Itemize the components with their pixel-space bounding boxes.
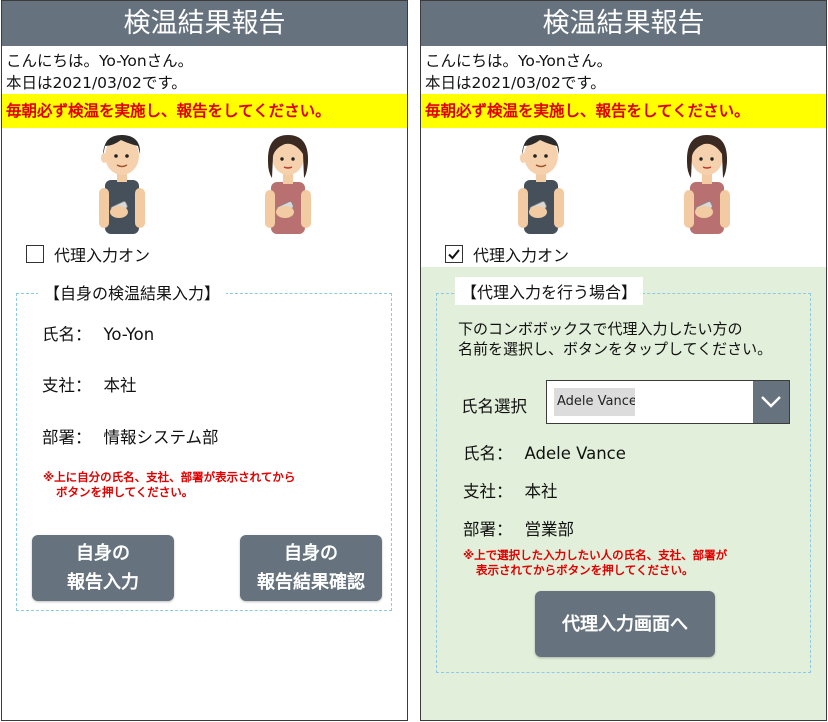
instruction-line: 下のコンボボックスで代理入力したい方の <box>458 320 743 338</box>
branch-field: 支社： 本社 <box>463 478 558 502</box>
branch-field: 支社： 本社 <box>42 372 137 396</box>
instruction-note-line: ※上で選択した入力したい人の氏名、支社、部署が <box>463 548 728 562</box>
proxy-input-screen-button[interactable]: 代理入力画面へ <box>535 591 715 657</box>
greeting-text: こんにちは。Yo-Yonさん。 <box>6 52 194 70</box>
name-field: 氏名： Adele Vance <box>463 440 626 464</box>
department-value: 営業部 <box>524 520 575 539</box>
branch-value: 本社 <box>103 376 137 395</box>
instruction-note-line: ※上に自分の氏名、支社、部署が表示されてから <box>43 470 296 484</box>
page-title: 検温結果報告 <box>421 1 826 46</box>
department-value: 情報システム部 <box>103 428 219 447</box>
woman-thermometer-illustration <box>676 132 736 234</box>
department-label: 部署： <box>463 520 513 539</box>
name-value: Yo-Yon <box>103 325 155 344</box>
name-label: 氏名： <box>42 325 92 344</box>
checkbox-icon[interactable] <box>445 245 463 263</box>
name-value: Adele Vance <box>524 444 626 463</box>
screen-proxy-report: 検温結果報告 こんにちは。Yo-Yonさん。 本日は2021/03/02です。 … <box>420 0 827 721</box>
self-input-panel-title: 【自身の検温結果入力】 <box>38 278 227 306</box>
branch-label: 支社： <box>463 482 513 501</box>
name-select-combobox[interactable]: Adele Vance <box>546 380 790 424</box>
man-thermometer-illustration <box>91 132 151 234</box>
proxy-input-panel-title: 【代理入力を行う場合】 <box>455 277 644 305</box>
notice-banner: 毎朝必ず検温を実施し、報告をしてください。 <box>2 94 407 128</box>
man-thermometer-illustration <box>510 132 570 234</box>
proxy-instructions: 下のコンボボックスで代理入力したい方の 名前を選択し、ボタンをタップしてください… <box>458 319 772 359</box>
instruction-note-line: ボタンを押してください。 <box>56 485 194 499</box>
proxy-input-label: 代理入力オン <box>473 246 570 265</box>
name-select-label: 氏名選択 <box>461 397 527 416</box>
date-text: 本日は2021/03/02です。 <box>425 74 606 92</box>
branch-value: 本社 <box>524 482 558 501</box>
button-line: 自身の <box>284 543 338 564</box>
name-label: 氏名： <box>463 444 513 463</box>
chevron-down-icon <box>761 396 781 408</box>
woman-thermometer-illustration <box>257 132 317 234</box>
name-field: 氏名： Yo-Yon <box>42 321 154 345</box>
proxy-input-toggle[interactable]: 代理入力オン <box>445 243 569 265</box>
branch-label: 支社： <box>42 376 92 395</box>
selected-name-chip[interactable]: Adele Vance <box>554 388 635 416</box>
button-line: 報告入力 <box>67 572 139 593</box>
instruction-note: ※上に自分の氏名、支社、部署が表示されてから ボタンを押してください。 <box>43 470 295 500</box>
date-text: 本日は2021/03/02です。 <box>6 74 187 92</box>
department-field: 部署： 営業部 <box>463 516 574 540</box>
instruction-note: ※上で選択した入力したい人の氏名、支社、部署が 表示されてからボタンを押してくだ… <box>463 548 727 578</box>
notice-banner: 毎朝必ず検温を実施し、報告をしてください。 <box>421 94 826 128</box>
proxy-input-toggle[interactable]: 代理入力オン <box>26 243 150 265</box>
instruction-line: 名前を選択し、ボタンをタップしてください。 <box>458 340 773 358</box>
button-line: 報告結果確認 <box>257 572 365 593</box>
page-title: 検温結果報告 <box>2 1 407 46</box>
instruction-note-line: 表示されてからボタンを押してください。 <box>476 563 694 577</box>
greeting-text: こんにちは。Yo-Yonさん。 <box>425 52 613 70</box>
department-field: 部署： 情報システム部 <box>42 424 219 448</box>
checkmark-icon <box>448 249 460 260</box>
proxy-input-label: 代理入力オン <box>54 246 151 265</box>
screen-self-report: 検温結果報告 こんにちは。Yo-Yonさん。 本日は2021/03/02です。 … <box>1 0 408 721</box>
button-line: 自身の <box>76 543 130 564</box>
self-report-result-button[interactable]: 自身の 報告結果確認 <box>240 535 382 601</box>
department-label: 部署： <box>42 428 92 447</box>
self-report-input-button[interactable]: 自身の 報告入力 <box>32 535 174 601</box>
checkbox-icon[interactable] <box>26 245 44 263</box>
combobox-dropdown-button[interactable] <box>753 381 789 423</box>
